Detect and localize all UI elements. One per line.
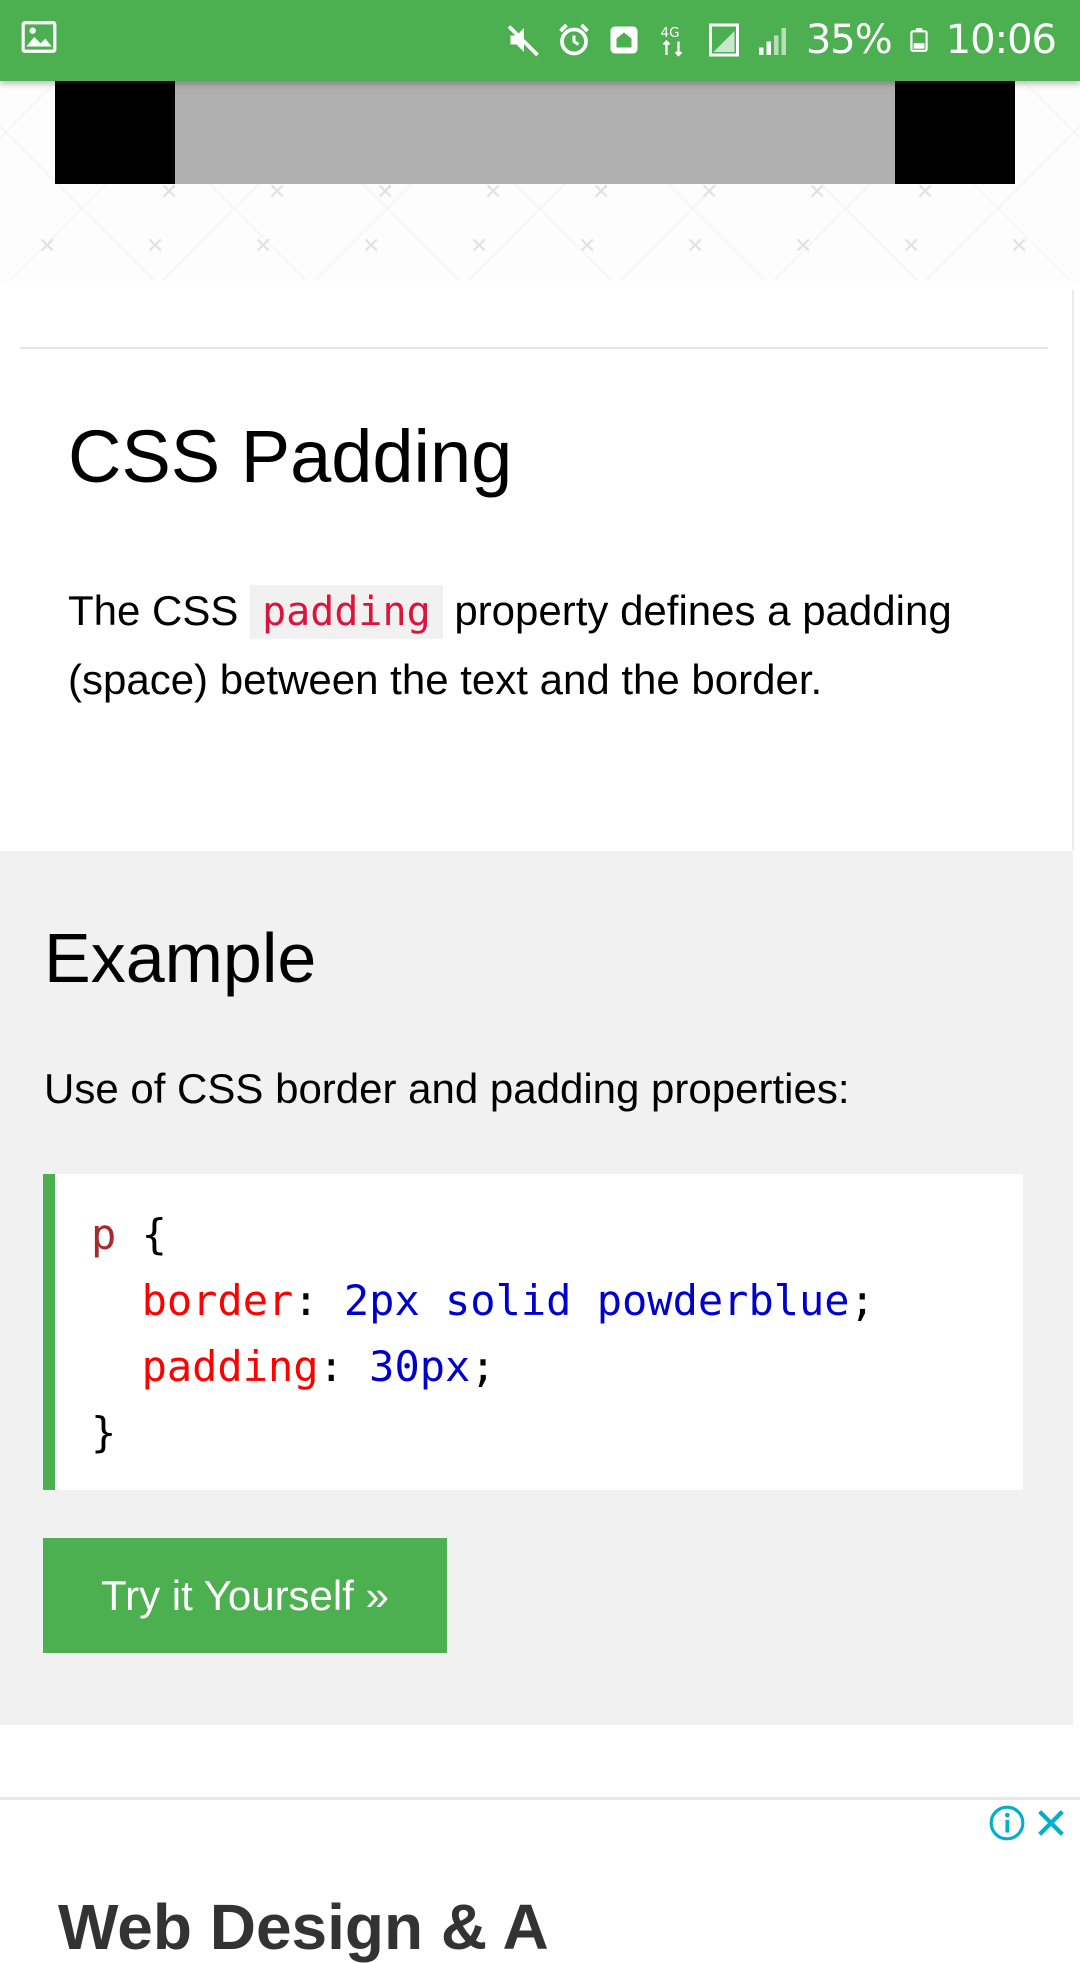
code-line-3: padding: 30px;: [141, 1342, 496, 1391]
status-bar: 4G 35% 10:06: [0, 0, 1080, 81]
image-icon: [21, 21, 57, 53]
inline-code-padding: padding: [250, 585, 443, 639]
code-line-2: border: 2px solid powderblue;: [141, 1276, 875, 1325]
code-line-1: p {: [91, 1202, 1023, 1268]
ad-info-icon[interactable]: [988, 1804, 1026, 1842]
ad-close-icon[interactable]: [1034, 1806, 1068, 1840]
pattern-marks: ✕ ✕ ✕ ✕ ✕ ✕ ✕ ✕ ✕ ✕ ✕ ✕ ✕ ✕ ✕ ✕ ✕ ✕: [38, 180, 1029, 259]
sim-icon: [708, 23, 739, 57]
scroll-track: [1072, 290, 1074, 850]
code-prop-border: border: [141, 1276, 294, 1325]
network-label: 4G: [660, 25, 679, 41]
ad-divider: [0, 1797, 1080, 1800]
signal-icon: [758, 28, 786, 55]
code-value-padding: 30px: [369, 1342, 471, 1391]
example-description: Use of CSS border and padding properties…: [44, 1065, 850, 1112]
code-value-border: 2px solid powderblue: [343, 1276, 850, 1325]
ad-headline[interactable]: Web Design & A: [58, 1895, 549, 1959]
video-player-strip[interactable]: [55, 81, 1015, 184]
example-section: Example Use of CSS border and padding pr…: [0, 851, 1073, 1725]
data-arrows-icon: 4G: [660, 25, 683, 57]
code-prop-padding: padding: [141, 1342, 319, 1391]
clock: 10:06: [945, 17, 1057, 63]
divider: [20, 347, 1048, 349]
page-title: CSS Padding: [68, 415, 513, 498]
code-line-4: }: [91, 1400, 1023, 1466]
status-icons: 4G 35% 10:06: [506, 10, 1057, 70]
mute-icon: [507, 25, 539, 57]
battery-icon: [910, 28, 928, 52]
try-it-yourself-button[interactable]: Try it Yourself »: [43, 1538, 447, 1653]
intro-text-before: The CSS: [68, 587, 251, 634]
alarm-icon: [558, 23, 589, 56]
video-frame: [175, 81, 895, 184]
code-close-brace: }: [91, 1408, 117, 1457]
home-signal-icon: [610, 26, 638, 54]
code-example: p { border: 2px solid powderblue; paddin…: [43, 1174, 1023, 1490]
example-title: Example: [44, 919, 317, 997]
code-open-brace: {: [116, 1210, 167, 1259]
intro-paragraph: The CSS padding property defines a paddi…: [68, 577, 1028, 713]
battery-percent: 35%: [805, 17, 893, 63]
code-selector: p: [91, 1210, 117, 1259]
